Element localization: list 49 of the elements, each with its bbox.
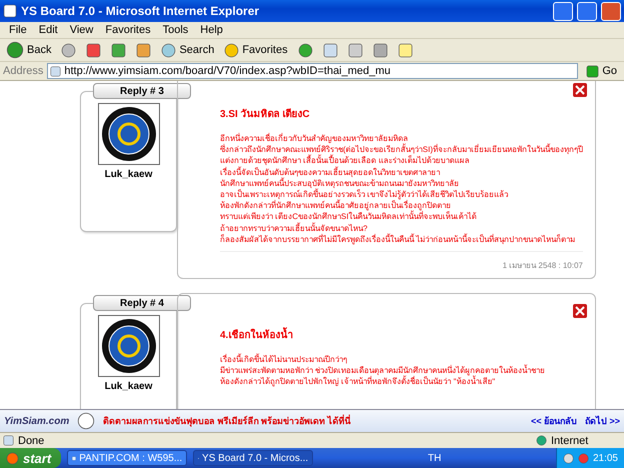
- go-button[interactable]: Go: [582, 64, 621, 78]
- previous-link[interactable]: << ย้อนกลับ: [530, 414, 577, 428]
- address-label: Address: [3, 65, 44, 77]
- maximize-button[interactable]: [577, 2, 597, 20]
- post-text: เรื่องนี้จัดเป็นอันดับต้นๆของความเฮี้ยนสุดยอดในวิทยาเขตศาลายา: [220, 166, 441, 178]
- close-icon[interactable]: [572, 304, 587, 318]
- post-text: ถ้าอยากทราบว่าความเฮี้ยนนั้นจัดขนาดไหน?: [220, 222, 368, 234]
- post-text: นักศึกษาแพทย์คนนี้ประสบอุบัติเหตุรถชนขณะข้ามถนนมายังมหาวิทยาลัย: [220, 178, 460, 188]
- user-name: Luk_kaew: [104, 169, 152, 180]
- menu-item[interactable]: View: [64, 24, 100, 36]
- menu-item[interactable]: Tools: [156, 24, 194, 36]
- post-text: ก็ลองสัมผัสได้จากบรรยากาศที่ไม่มีใครพูดถึงเรื่องนี้ในคืนนี้ ไม่ว่าก่อนหน้านี้จะเป็นที่สนุกปากขนาดไหนก็ตาม: [220, 234, 576, 246]
- post-text: ห้องดังกล่าวได้ถูกปิดตายไปพักใหญ่ เจ้าหน้าที่หอพักจึงตั้งชื่อเป็นนัยว่า "ห้องน้ำเสีย": [220, 376, 496, 388]
- menu-item[interactable]: Favorites: [99, 24, 157, 36]
- post-text: มีข่าวแพร่สะพัดตามหอพักว่า ช่วงปิดเทอมเดือนตุลาคมมีนักศึกษาคนหนึ่งได้ผูกคอตายในห้องน้ำชาย: [220, 365, 546, 376]
- address-field[interactable]: http://www.yimsiam.com/board/V70/index.asp?wbID=thai_med_mu: [47, 63, 578, 79]
- next-link[interactable]: ถัดไป >>: [584, 414, 620, 428]
- post-title: 4.เชือกในห้องน้ำ: [220, 327, 583, 342]
- zone-text: Internet: [551, 434, 590, 446]
- start-button[interactable]: start: [0, 448, 62, 468]
- user-name: Luk_kaew: [104, 381, 152, 392]
- menu-item[interactable]: Help: [194, 24, 229, 36]
- menu-item[interactable]: File: [3, 24, 33, 36]
- reply-header: Reply # 4: [93, 295, 191, 312]
- taskbar-button[interactable]: PANTIP.COM : W595...: [67, 450, 188, 466]
- close-button[interactable]: [601, 2, 621, 20]
- toolbar-button[interactable]: Back: [4, 40, 54, 60]
- site-logo: YimSiam.com: [4, 416, 70, 426]
- clock: 21:05: [592, 452, 618, 464]
- post-text: อาจเป็นเพราะเหตุการณ์เกิดขึ้นอย่างรวดเร็ว เขาจึงไม่รู้ตัวว่าได้เสียชีวิตไปเรียบร้อยแล้ว: [220, 189, 510, 200]
- toolbar-button[interactable]: Favorites: [222, 40, 290, 60]
- window-title: YS Board 7.0 - Microsoft Internet Explorer: [21, 4, 260, 18]
- post-text: ทราบแต่เพียงว่า เตียงCของนักศึกษาSIในคืนวันมหิดลเท่านั้นที่จะพบเห็นเค้าได้: [220, 211, 478, 222]
- post-title: 3.SI วันมหิดล เตียงC: [220, 107, 311, 121]
- minimize-button[interactable]: [553, 2, 573, 20]
- banner-text: ติดตามผลการแข่งขันฟุตบอล พรีเมียร์ลีก พร้อมข่าวอัพเดท ได้ที่นี่: [103, 414, 352, 428]
- reply-header: Reply # 3: [93, 83, 191, 99]
- post-text: ห้องพักดังกล่าวที่นักศึกษาแพทย์คนนี้อาศัยอยู่กลายเป็นเรื่องถูกปิดตาย: [220, 200, 452, 210]
- taskbar-button[interactable]: YS Board 7.0 - Micros...: [193, 450, 314, 466]
- post-text: ซึ่งกล่าวถึงนักศึกษาคณะแพทย์ศิริราช(ต่อไปจะขอเรียกสั้นๆว่าSI)ที่จะกลับมาเยี่ยมเยียนหอพักในวันนี้ของทุกๆปี: [220, 144, 583, 154]
- status-text: Done: [18, 434, 46, 446]
- close-icon[interactable]: [572, 83, 587, 97]
- post-text: แต่งกายด้วยชุดนักศึกษา เสื้อนั้นเปื้อนด้วยเลือด และร่างเต็มไปด้วยบาดแผล: [220, 155, 470, 166]
- toolbar-button[interactable]: Search: [159, 40, 216, 60]
- language-indicator[interactable]: TH: [428, 452, 442, 464]
- menu-item[interactable]: Edit: [32, 24, 64, 36]
- post-text: เรื่องนี้เกิดขึ้นได้ไม่นานประมาณปีกว่าๆ: [220, 354, 348, 364]
- post-date: 1 เมษายน 2548 : 10:07: [220, 251, 583, 272]
- post-text: อีกหนึ่งความเชื่อเกี่ยวกับวันสำคัญของมหาวิทยาลัยมหิดล: [220, 133, 409, 144]
